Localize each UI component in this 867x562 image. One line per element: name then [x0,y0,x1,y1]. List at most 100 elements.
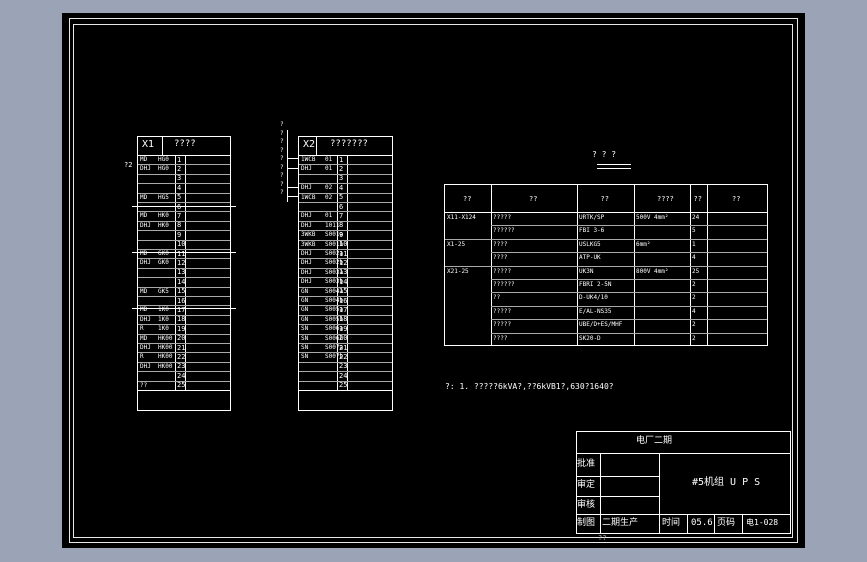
x1-col-divider [175,155,176,390]
table-cell: 25 [692,267,700,275]
table-cell: FBRI 2-5N [579,281,612,288]
x1-row-code: DHJ [140,221,151,229]
x1-terminal-number: 1 [177,155,182,164]
x2-terminal-number: 16 [339,296,348,305]
x2-terminal-number: 18 [339,315,348,324]
x1-terminal-number: 21 [177,343,186,352]
plant-name: 电厂二期 [636,436,673,446]
x1-row-rule [138,164,230,166]
x2-terminal-number: 6 [339,202,344,211]
x1-terminal-number: 15 [177,287,186,296]
table-cell: USLKG5 [579,240,601,248]
x2-bus-line [287,130,288,202]
drawing-sheet: MDHG01DHJHG0234MDHG556MDHK07DHJHK08910MD… [62,13,805,548]
x1-header-divider [162,137,163,155]
x2-terminal-number: 12 [339,258,348,267]
table-cell: ????? [493,214,512,221]
table-cell: D-UK4/10 [579,294,608,302]
table-cell: X1-25 [447,240,466,248]
x2-terminal-number: 7 [339,211,344,220]
x1-row-ref: HG0 [158,165,169,173]
table-cell: 4 [692,307,696,315]
x2-terminal-number: 1 [339,155,344,164]
x1-row-ref: HG0 [158,156,169,163]
table-header: ?? [732,195,741,203]
x1-terminal-number: 24 [177,371,186,380]
x2-terminal-number: 5 [339,193,344,202]
table-title: ? ? ? [592,150,617,159]
x2-row-ref: 01 [325,212,333,220]
x2-terminal-number: 19 [339,324,348,333]
x2-row-code: GN [301,306,309,314]
x1-terminal-number: 4 [177,183,182,192]
x1-row-code: MD [140,334,148,342]
x1-row-ref: GK5 [158,287,169,295]
x2-row-code: 1WCB [301,156,316,163]
x2-left-label: ? [280,163,284,171]
x1-row-rule [138,211,230,213]
review-label: 审定 [577,480,596,490]
table-cell: ????? [493,321,512,329]
x1-row-code: DHJ [140,259,151,267]
x2-terminal-number: 11 [339,249,348,258]
check-label: 审核 [577,500,596,510]
x2-row-code: DHJ [301,212,312,220]
x1-row-code: DHJ [140,344,151,351]
approve-label: 批准 [577,459,596,469]
x2-left-label: ? [280,129,284,137]
table-cell: E/AL-NS35 [579,307,612,315]
x2-terminal-number: 23 [339,362,348,371]
x2-terminal-number: 21 [339,343,348,352]
table-header: ?? [693,195,702,203]
x2-row-ref: 01 [325,165,333,173]
x1-terminal-number: 18 [177,315,186,324]
x2-row-rule [299,211,392,213]
table-cell: UBE/D+ES/MHF [579,321,623,329]
x1-terminal-number: 2 [177,164,182,173]
x2-left-label: ? [280,146,284,154]
x2-row-code: GN [301,287,309,295]
x2-left-label: ? [280,155,284,162]
x2-row-ref: 02 [325,184,333,192]
x1-row-rule [138,192,230,194]
x1-terminal-number: 19 [177,324,186,333]
project-label: 二期生产 [602,518,639,528]
x1-row-rule [138,173,230,175]
x1-row-code: DHJ [140,165,151,173]
x2-row-code: SN [301,344,309,351]
table-row-rule [491,305,767,307]
x1-header: ???? [174,139,196,149]
x1-terminal-number: 22 [177,352,186,361]
x2-title: X2 [303,139,316,150]
table-cell: 2 [692,321,696,329]
x2-terminal-number: 13 [339,268,348,277]
x1-row-code: MD [140,287,148,295]
table-cell: 24 [692,214,700,221]
x1-row-rule [138,220,230,222]
table-header: ???? [657,195,674,203]
x1-terminal-number: 6 [177,203,181,211]
x1-row-code: MD [140,156,148,163]
drawing-title: #5机组 U P S [692,477,761,488]
x2-terminal-number: 8 [339,221,344,230]
table-row-rule [491,279,767,280]
x2-terminal-number: 24 [339,371,348,380]
x2-left-label: ? [280,172,284,179]
table-cell: X11-X124 [447,214,476,221]
x2-terminal-number: 20 [339,334,348,343]
x2-footer-rule [299,390,392,391]
x2-row-ref: 02 [325,193,333,201]
x2-row-code: SN [301,334,309,342]
x1-terminal-number: 7 [177,211,182,220]
x1-terminal-number: 8 [177,221,182,230]
x1-footer-rule [138,390,230,391]
x1-header-rule [138,155,230,156]
table-cell: 2 [692,334,696,342]
table-cell: X21-25 [447,267,469,275]
x1-row-rule [138,202,230,203]
x2-row-code: DHJ [301,259,312,267]
x2-row-code: DHJ [301,184,312,192]
x2-row-ref: 01 [325,156,333,163]
x1-row-ref: HK00 [158,344,173,351]
table-cell: 800V 4mm² [636,267,669,275]
